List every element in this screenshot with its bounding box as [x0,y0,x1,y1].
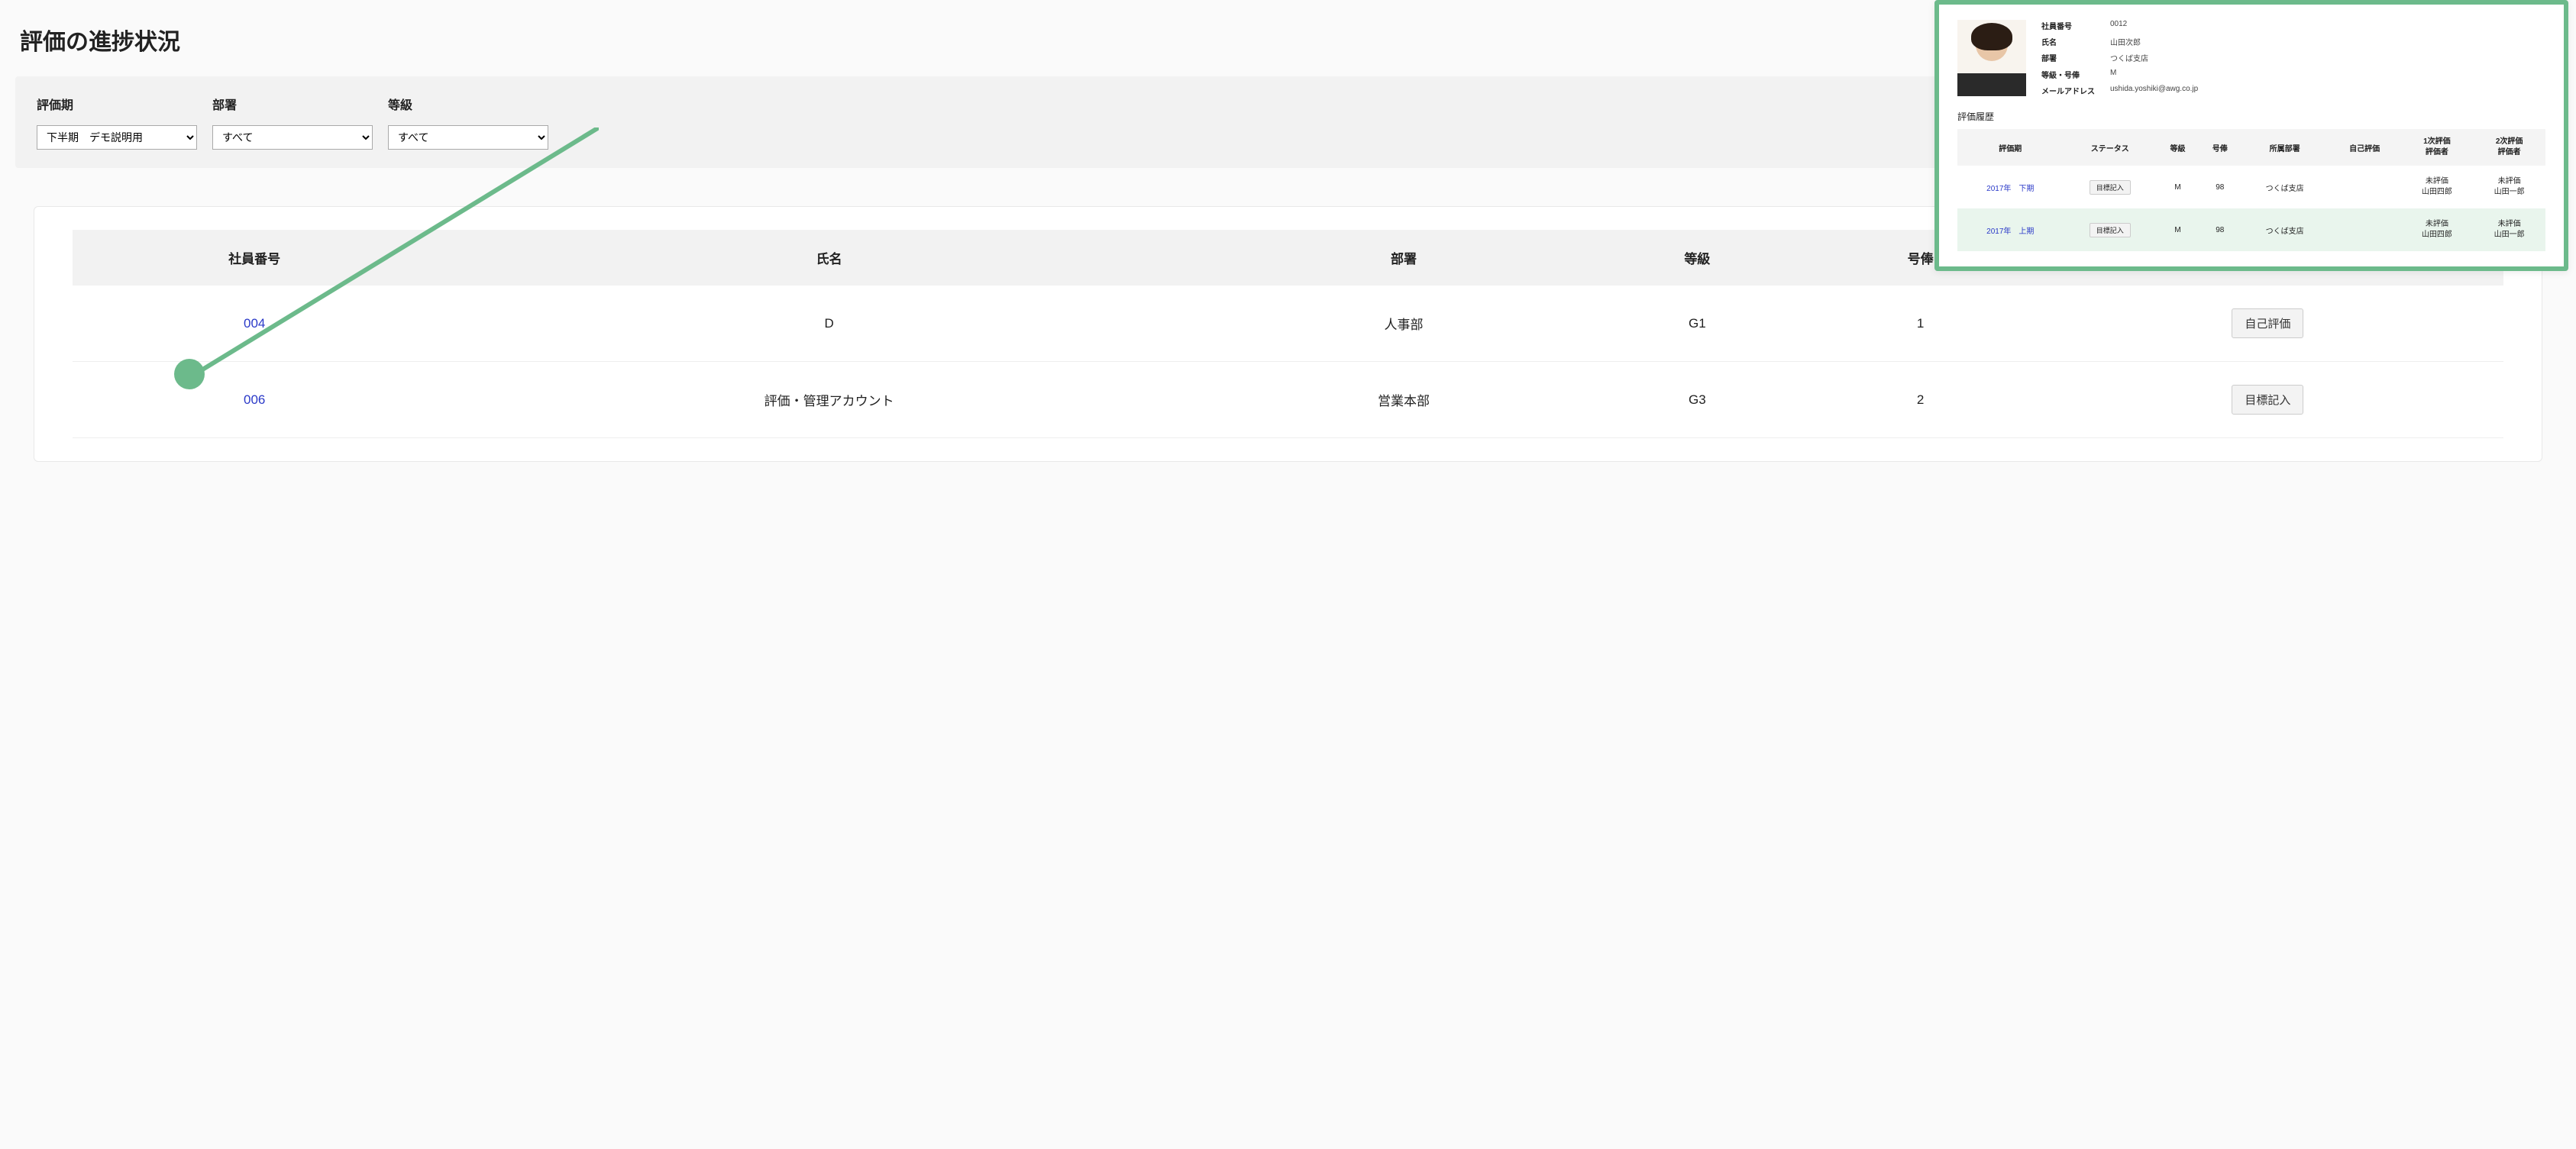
info-value-grade-step: M [2110,69,2198,77]
table-row: 006 評価・管理アカウント 営業本部 G3 2 目標記入 [73,362,2503,438]
history-status-badge: 目標記入 [2090,223,2131,237]
history-period-link[interactable]: 2017年 上期 [1986,228,2034,236]
info-label-name: 氏名 [2041,36,2102,47]
history-period-link[interactable]: 2017年 下期 [1986,185,2034,193]
filter-grade-group: 等級 すべて [388,95,548,150]
history-dept: つくば支店 [2241,166,2328,208]
cell-name: D [436,286,1221,362]
filter-period-group: 評価期 下半期 デモ説明用 [37,95,197,150]
emp-id-link[interactable]: 006 [244,392,265,407]
hcol-primary-eval: 1次評価評価者 [2401,129,2474,166]
history-secondary-eval: 未評価山田一郎 [2473,166,2545,208]
info-value-email: ushida.yoshiki@awg.co.jp [2110,85,2198,93]
filter-department-group: 部署 すべて [212,95,373,150]
info-value-dept: つくば支店 [2110,52,2198,63]
cell-grade: G3 [1585,362,1808,438]
cell-grade: G1 [1585,286,1808,362]
hcol-self-eval: 自己評価 [2329,129,2401,166]
history-grade: M [2157,208,2199,251]
cell-department: 営業本部 [1222,362,1585,438]
history-status-badge: 目標記入 [2090,180,2131,195]
employee-info: 社員番号 0012 氏名 山田次郎 部署 つくば支店 等級・号俸 M メールアド… [2041,20,2198,96]
history-row: 2017年 下期 目標記入 M 98 つくば支店 未評価山田四郎 未評価山田一郎 [1957,166,2545,208]
cell-department: 人事部 [1222,286,1585,362]
status-badge: 自己評価 [2232,308,2303,338]
history-secondary-eval: 未評価山田一郎 [2473,208,2545,251]
info-value-name: 山田次郎 [2110,36,2198,47]
cell-salary-step: 1 [1808,286,2031,362]
history-primary-eval: 未評価山田四郎 [2401,208,2474,251]
history-header-row: 評価期 ステータス 等級 号俸 所属部署 自己評価 1次評価評価者 2次評価評価… [1957,129,2545,166]
info-label-email: メールアドレス [2041,85,2102,96]
status-badge: 目標記入 [2232,385,2303,415]
col-emp-id: 社員番号 [73,230,436,286]
filter-grade-label: 等級 [388,95,548,113]
col-name: 氏名 [436,230,1221,286]
hcol-status: ステータス [2064,129,2157,166]
hcol-secondary-eval: 2次評価評価者 [2473,129,2545,166]
employee-detail-popup: 社員番号 0012 氏名 山田次郎 部署 つくば支店 等級・号俸 M メールアド… [1934,0,2568,271]
filter-grade-select[interactable]: すべて [388,125,548,150]
filter-department-select[interactable]: すべて [212,125,373,150]
history-salary-step: 98 [2199,166,2241,208]
history-self-eval [2329,208,2401,251]
hcol-grade: 等級 [2157,129,2199,166]
info-label-emp-id: 社員番号 [2041,20,2102,31]
info-label-grade-step: 等級・号俸 [2041,69,2102,80]
filter-period-label: 評価期 [37,95,197,113]
history-grade: M [2157,166,2199,208]
history-salary-step: 98 [2199,208,2241,251]
cell-salary-step: 2 [1808,362,2031,438]
history-self-eval [2329,166,2401,208]
history-table: 評価期 ステータス 等級 号俸 所属部署 自己評価 1次評価評価者 2次評価評価… [1957,129,2545,251]
info-value-emp-id: 0012 [2110,20,2198,28]
history-row: 2017年 上期 目標記入 M 98 つくば支店 未評価山田四郎 未評価山田一郎 [1957,208,2545,251]
history-dept: つくば支店 [2241,208,2328,251]
cell-name: 評価・管理アカウント [436,362,1221,438]
table-row: 004 D 人事部 G1 1 自己評価 [73,286,2503,362]
hcol-period: 評価期 [1957,129,2064,166]
col-grade: 等級 [1585,230,1808,286]
filter-period-select[interactable]: 下半期 デモ説明用 [37,125,197,150]
info-label-dept: 部署 [2041,52,2102,63]
filter-department-label: 部署 [212,95,373,113]
hcol-dept: 所属部署 [2241,129,2328,166]
avatar [1957,20,2026,96]
hcol-salary-step: 号俸 [2199,129,2241,166]
history-primary-eval: 未評価山田四郎 [2401,166,2474,208]
emp-id-link[interactable]: 004 [244,316,265,331]
col-department: 部署 [1222,230,1585,286]
history-title: 評価履歴 [1957,110,2545,123]
